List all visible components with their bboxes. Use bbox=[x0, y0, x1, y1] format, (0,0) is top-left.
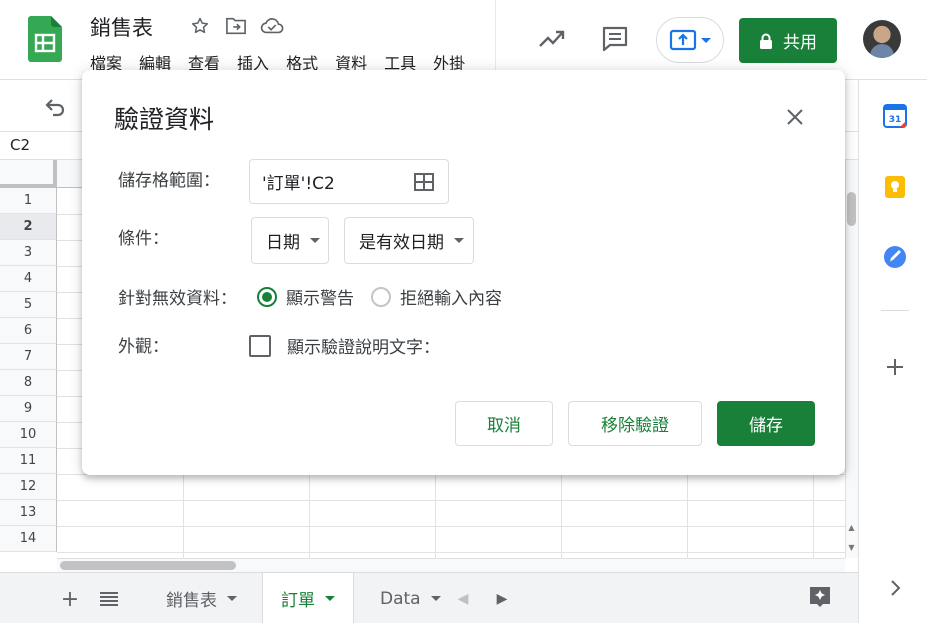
help-text-label: 顯示驗證說明文字： bbox=[287, 338, 440, 358]
lock-icon bbox=[760, 33, 772, 49]
side-panel-divider bbox=[881, 310, 909, 311]
scroll-down-icon[interactable]: ▼ bbox=[846, 540, 857, 554]
row-header[interactable]: 6 bbox=[0, 318, 57, 344]
row-header-selected[interactable]: 2 bbox=[0, 214, 57, 240]
sheet-tab-label: 訂單 bbox=[281, 591, 315, 611]
all-sheets-icon[interactable] bbox=[97, 587, 121, 611]
sheet-tab-data[interactable]: Data bbox=[362, 573, 459, 623]
row-header[interactable]: 4 bbox=[0, 266, 57, 292]
sheet-tab-bar: + 銷售表 訂單 Data ◀ ▶ bbox=[0, 572, 858, 623]
chevron-right-icon[interactable] bbox=[883, 576, 907, 600]
row-header[interactable]: 13 bbox=[0, 500, 57, 526]
row-header[interactable]: 10 bbox=[0, 422, 57, 448]
grid-line bbox=[57, 526, 845, 527]
header-divider bbox=[495, 0, 496, 80]
name-box[interactable]: C2 bbox=[10, 136, 30, 154]
comment-icon[interactable] bbox=[600, 24, 630, 54]
criteria-type-select[interactable]: 日期 bbox=[251, 217, 329, 264]
scroll-tabs-right-icon[interactable]: ▶ bbox=[490, 587, 514, 611]
sheet-tab-orders[interactable]: 訂單 bbox=[262, 573, 354, 623]
save-button[interactable]: 儲存 bbox=[717, 401, 815, 446]
cloud-saved-icon[interactable] bbox=[260, 14, 284, 38]
help-text-checkbox[interactable] bbox=[249, 334, 271, 357]
chevron-down-icon bbox=[701, 37, 711, 43]
criteria-label: 條件： bbox=[118, 229, 169, 249]
radio-label: 顯示警告 bbox=[286, 289, 354, 309]
row-header[interactable]: 1 bbox=[0, 188, 57, 214]
range-input[interactable]: '訂單'!C2 bbox=[249, 159, 449, 204]
scroll-tabs-left-icon[interactable]: ◀ bbox=[451, 587, 475, 611]
explore-icon[interactable] bbox=[808, 585, 832, 609]
share-button[interactable]: 共用 bbox=[739, 18, 837, 63]
close-icon bbox=[787, 109, 803, 125]
select-range-icon[interactable] bbox=[414, 172, 434, 192]
side-panel: 31 bbox=[858, 80, 927, 623]
sheets-logo-icon[interactable] bbox=[28, 16, 62, 62]
calendar-icon[interactable]: 31 bbox=[883, 104, 907, 128]
criteria-type-value: 日期 bbox=[266, 233, 300, 253]
chevron-down-icon bbox=[454, 238, 464, 243]
sheet-tab-sales[interactable]: 銷售表 bbox=[148, 573, 255, 623]
star-icon[interactable] bbox=[188, 14, 212, 38]
grid-line bbox=[57, 552, 845, 553]
keep-icon[interactable] bbox=[883, 175, 907, 199]
chevron-down-icon bbox=[325, 596, 335, 601]
chevron-down-icon bbox=[310, 238, 320, 243]
tasks-icon[interactable] bbox=[883, 245, 907, 269]
add-icon[interactable] bbox=[883, 355, 907, 379]
appearance-label: 外觀： bbox=[118, 337, 169, 357]
criteria-condition-value: 是有效日期 bbox=[359, 233, 444, 253]
invalid-data-label: 針對無效資料： bbox=[118, 289, 237, 309]
row-header[interactable]: 7 bbox=[0, 344, 57, 370]
select-all-corner[interactable] bbox=[0, 160, 57, 188]
trending-up-icon[interactable] bbox=[537, 24, 567, 54]
row-header[interactable]: 8 bbox=[0, 370, 57, 396]
criteria-condition-select[interactable]: 是有效日期 bbox=[344, 217, 474, 264]
row-header[interactable]: 12 bbox=[0, 474, 57, 500]
row-header[interactable]: 9 bbox=[0, 396, 57, 422]
data-validation-dialog: 驗證資料 儲存格範圍： '訂單'!C2 條件： 日期 是有效日期 針對無效資料：… bbox=[82, 70, 845, 475]
vertical-scroll-thumb[interactable] bbox=[847, 192, 856, 226]
move-to-folder-icon[interactable] bbox=[224, 14, 248, 38]
cancel-button[interactable]: 取消 bbox=[455, 401, 553, 446]
range-label: 儲存格範圍： bbox=[118, 171, 220, 191]
dialog-title: 驗證資料 bbox=[114, 105, 215, 134]
close-button[interactable] bbox=[782, 104, 808, 130]
app-header: 銷售表 檔案 編輯 查看 插入 格式 資料 工具 外掛 共用 bbox=[0, 0, 927, 80]
remove-validation-button[interactable]: 移除驗證 bbox=[568, 401, 702, 446]
grid-line bbox=[57, 500, 845, 501]
document-title[interactable]: 銷售表 bbox=[90, 12, 153, 42]
add-sheet-icon[interactable]: + bbox=[58, 587, 82, 612]
radio-checked-icon bbox=[257, 286, 277, 307]
share-label: 共用 bbox=[783, 33, 817, 53]
scroll-up-icon[interactable]: ▲ bbox=[846, 520, 857, 534]
row-header[interactable]: 11 bbox=[0, 448, 57, 474]
range-value: '訂單'!C2 bbox=[262, 174, 335, 194]
sheet-tab-label: 銷售表 bbox=[166, 591, 217, 611]
help-text-checkbox-row[interactable]: 顯示驗證說明文字： bbox=[249, 333, 440, 358]
radio-label: 拒絕輸入內容 bbox=[400, 289, 502, 309]
present-button[interactable] bbox=[656, 17, 724, 63]
row-header[interactable]: 3 bbox=[0, 240, 57, 266]
sheet-tab-label: Data bbox=[380, 588, 421, 609]
row-header[interactable]: 5 bbox=[0, 292, 57, 318]
radio-show-warning[interactable]: 顯示警告 bbox=[257, 284, 354, 309]
undo-icon[interactable] bbox=[44, 96, 66, 118]
chevron-down-icon bbox=[227, 596, 237, 601]
header-left: 銷售表 檔案 編輯 查看 插入 格式 資料 工具 外掛 bbox=[0, 0, 495, 80]
title-actions bbox=[188, 14, 284, 38]
row-header[interactable]: 14 bbox=[0, 526, 57, 552]
chevron-down-icon bbox=[430, 596, 441, 601]
radio-reject-input[interactable]: 拒絕輸入內容 bbox=[371, 284, 502, 309]
radio-unchecked-icon bbox=[371, 286, 391, 307]
svg-text:31: 31 bbox=[889, 115, 902, 125]
present-icon bbox=[669, 29, 697, 51]
avatar[interactable] bbox=[863, 20, 901, 58]
horizontal-scroll-thumb[interactable] bbox=[60, 561, 236, 570]
